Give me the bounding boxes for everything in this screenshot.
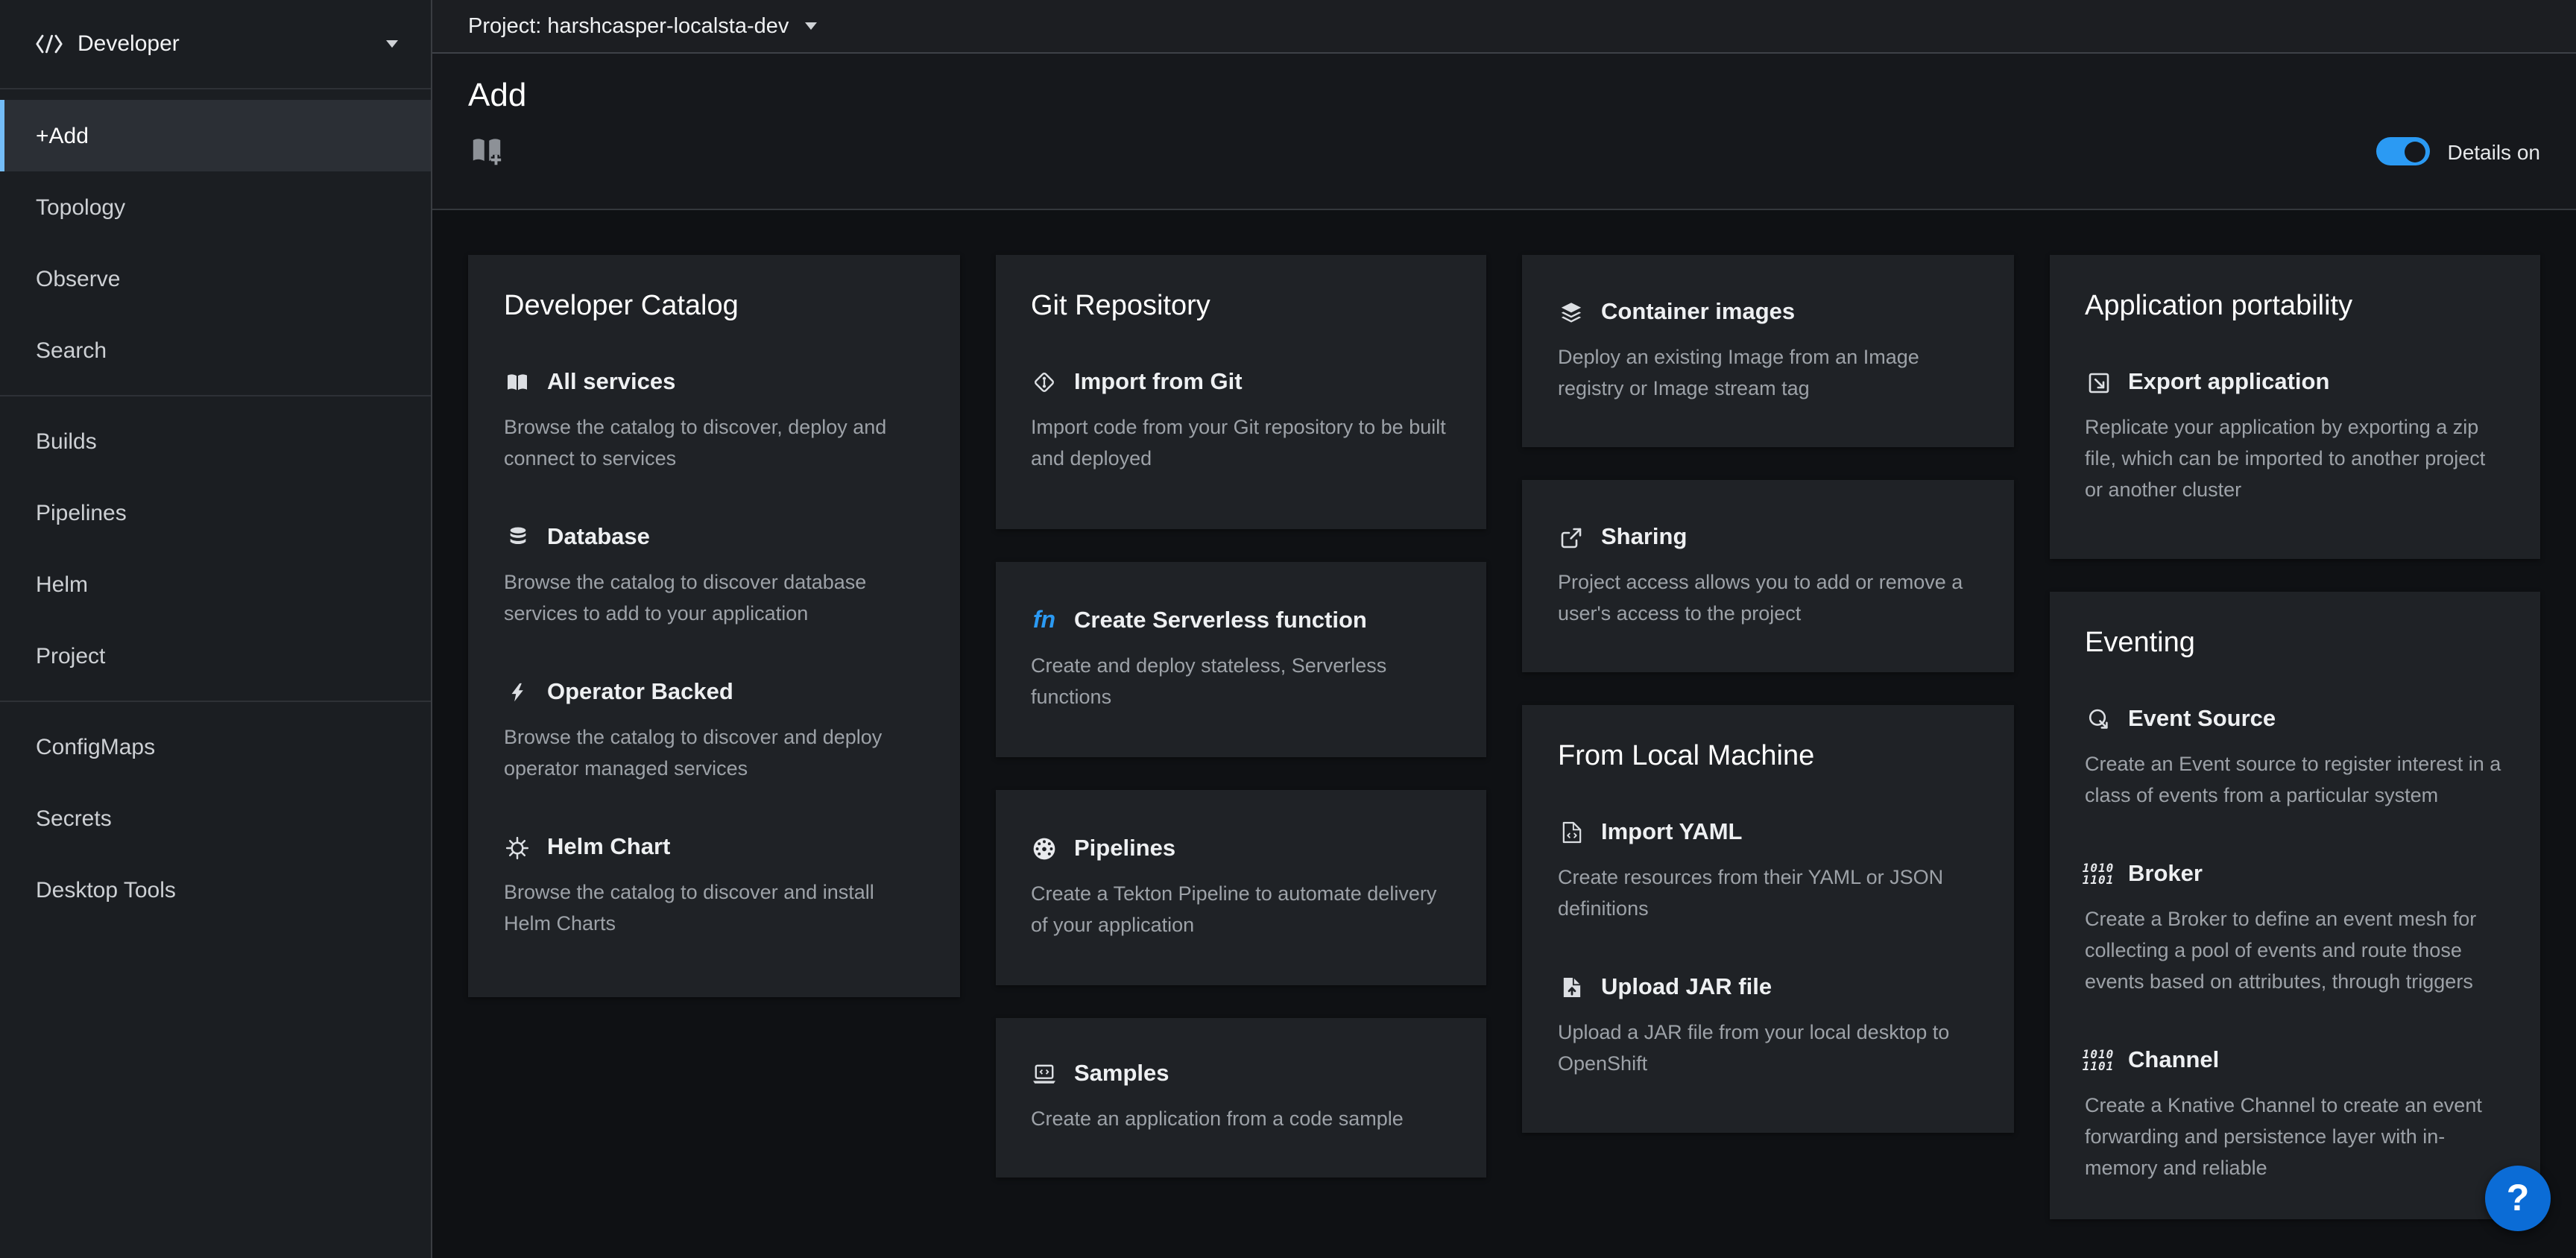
card-samples[interactable]: Samples Create an application from a cod… xyxy=(995,1018,1486,1178)
add-page-grid: Developer Catalog All services Browse th… xyxy=(432,210,2576,1258)
sidebar-item-secrets[interactable]: Secrets xyxy=(0,783,431,854)
page-header: Add Details on xyxy=(432,54,2576,210)
add-option-samples[interactable]: Samples Create an application from a cod… xyxy=(1031,1061,1450,1134)
file-code-icon xyxy=(1558,822,1585,844)
grid-column-2: Git Repository Import from Git Import co… xyxy=(995,255,1486,1178)
add-option-channel[interactable]: 10101101 Channel Create a Knative Channe… xyxy=(2085,1048,2504,1183)
sidebar: Developer +Add Topology Observe Search B… xyxy=(0,0,432,1258)
card-title: Git Repository xyxy=(1031,291,1450,325)
export-icon xyxy=(2085,371,2112,395)
add-option-broker[interactable]: 10101101 Broker Create a Broker to defin… xyxy=(2085,862,2504,997)
help-button[interactable]: ? xyxy=(2485,1166,2551,1231)
add-option-sharing[interactable]: Sharing Project access allows you to add… xyxy=(1558,524,1977,628)
toggle-knob xyxy=(2404,142,2425,162)
perspective-label: Developer xyxy=(78,31,371,57)
database-icon xyxy=(504,527,531,549)
fn-icon: fn xyxy=(1031,609,1058,633)
main-area: Project: harshcasper-localsta-dev Add De… xyxy=(432,0,2576,1258)
add-option-pipelines[interactable]: Pipelines Create a Tekton Pipeline to au… xyxy=(1031,835,1450,940)
sidebar-item-configmaps[interactable]: ConfigMaps xyxy=(0,711,431,783)
sidebar-item-search[interactable]: Search xyxy=(0,314,431,386)
card-eventing: Eventing Event Source Create an Event so… xyxy=(2049,592,2540,1219)
open-book-icon xyxy=(504,371,531,395)
card-git-repository: Git Repository Import from Git Import co… xyxy=(995,255,1486,529)
book-plus-icon[interactable] xyxy=(468,135,504,169)
perspective-switcher[interactable]: Developer xyxy=(0,0,431,89)
page-title: Add xyxy=(468,76,2540,116)
add-option-database[interactable]: Database Browse the catalog to discover … xyxy=(504,525,924,629)
sidebar-item-add[interactable]: +Add xyxy=(0,100,431,171)
add-option-create-serverless-function[interactable]: fn Create Serverless function Create and… xyxy=(1031,607,1450,712)
card-serverless-function[interactable]: fn Create Serverless function Create and… xyxy=(995,562,1486,757)
tekton-icon xyxy=(1031,836,1058,862)
add-option-helm-chart[interactable]: Helm Chart Browse the catalog to discove… xyxy=(504,835,924,939)
layers-icon xyxy=(1558,300,1585,324)
add-option-upload-jar-file[interactable]: Upload JAR file Upload a JAR file from y… xyxy=(1558,975,1977,1079)
chevron-down-icon xyxy=(386,40,398,48)
grid-column-1: Developer Catalog All services Browse th… xyxy=(468,255,959,997)
card-developer-catalog: Developer Catalog All services Browse th… xyxy=(468,255,959,997)
openshift-console: Developer +Add Topology Observe Search B… xyxy=(0,0,2576,1258)
add-option-import-from-git[interactable]: Import from Git Import code from your Gi… xyxy=(1031,370,1450,474)
binary-icon: 10101101 xyxy=(2085,1049,2112,1073)
sidebar-item-builds[interactable]: Builds xyxy=(0,405,431,477)
project-selector[interactable]: Project: harshcasper-localsta-dev xyxy=(468,14,789,38)
sidebar-item-helm[interactable]: Helm xyxy=(0,549,431,620)
sidebar-item-desktop-tools[interactable]: Desktop Tools xyxy=(0,854,431,926)
add-option-export-application[interactable]: Export application Replicate your applic… xyxy=(2085,370,2504,505)
question-icon: ? xyxy=(2507,1177,2530,1220)
sidebar-item-pipelines[interactable]: Pipelines xyxy=(0,477,431,549)
add-option-operator-backed[interactable]: Operator Backed Browse the catalog to di… xyxy=(504,680,924,784)
event-source-icon xyxy=(2085,708,2112,732)
chevron-down-icon[interactable] xyxy=(805,22,817,30)
card-pipelines[interactable]: Pipelines Create a Tekton Pipeline to au… xyxy=(995,790,1486,985)
grid-column-4: Application portability Export applicati… xyxy=(2049,255,2540,1219)
helm-wheel-icon xyxy=(504,836,531,860)
file-upload-icon xyxy=(1558,977,1585,999)
card-application-portability: Application portability Export applicati… xyxy=(2049,255,2540,559)
bolt-icon xyxy=(504,682,531,704)
card-from-local-machine: From Local Machine Import YAML Create re… xyxy=(1522,705,2013,1133)
details-toggle[interactable] xyxy=(2375,138,2429,166)
sidebar-item-project[interactable]: Project xyxy=(0,620,431,692)
sidebar-item-topology[interactable]: Topology xyxy=(0,171,431,243)
card-sharing[interactable]: Sharing Project access allows you to add… xyxy=(1522,480,2013,672)
nav-divider xyxy=(0,395,431,396)
add-option-container-images[interactable]: Container images Deploy an existing Imag… xyxy=(1558,299,1977,403)
git-icon xyxy=(1031,372,1058,394)
sidebar-nav: +Add Topology Observe Search Builds Pipe… xyxy=(0,89,431,926)
nav-divider xyxy=(0,701,431,702)
sidebar-item-observe[interactable]: Observe xyxy=(0,243,431,314)
card-title: From Local Machine xyxy=(1558,741,1977,775)
add-option-import-yaml[interactable]: Import YAML Create resources from their … xyxy=(1558,820,1977,924)
laptop-code-icon xyxy=(1031,1064,1058,1085)
card-title: Application portability xyxy=(2085,291,2504,325)
share-icon xyxy=(1558,525,1585,549)
binary-icon: 10101101 xyxy=(2085,863,2112,887)
app-wrapper: Developer +Add Topology Observe Search B… xyxy=(0,0,2576,1258)
card-container-images[interactable]: Container images Deploy an existing Imag… xyxy=(1522,255,2013,447)
project-bar: Project: harshcasper-localsta-dev xyxy=(432,0,2576,54)
grid-column-3: Container images Deploy an existing Imag… xyxy=(1522,255,2013,1133)
card-title: Eventing xyxy=(2085,628,2504,662)
add-option-all-services[interactable]: All services Browse the catalog to disco… xyxy=(504,370,924,474)
add-option-event-source[interactable]: Event Source Create an Event source to r… xyxy=(2085,707,2504,811)
card-title: Developer Catalog xyxy=(504,291,924,325)
details-toggle-label: Details on xyxy=(2447,140,2540,164)
code-icon xyxy=(36,34,63,54)
